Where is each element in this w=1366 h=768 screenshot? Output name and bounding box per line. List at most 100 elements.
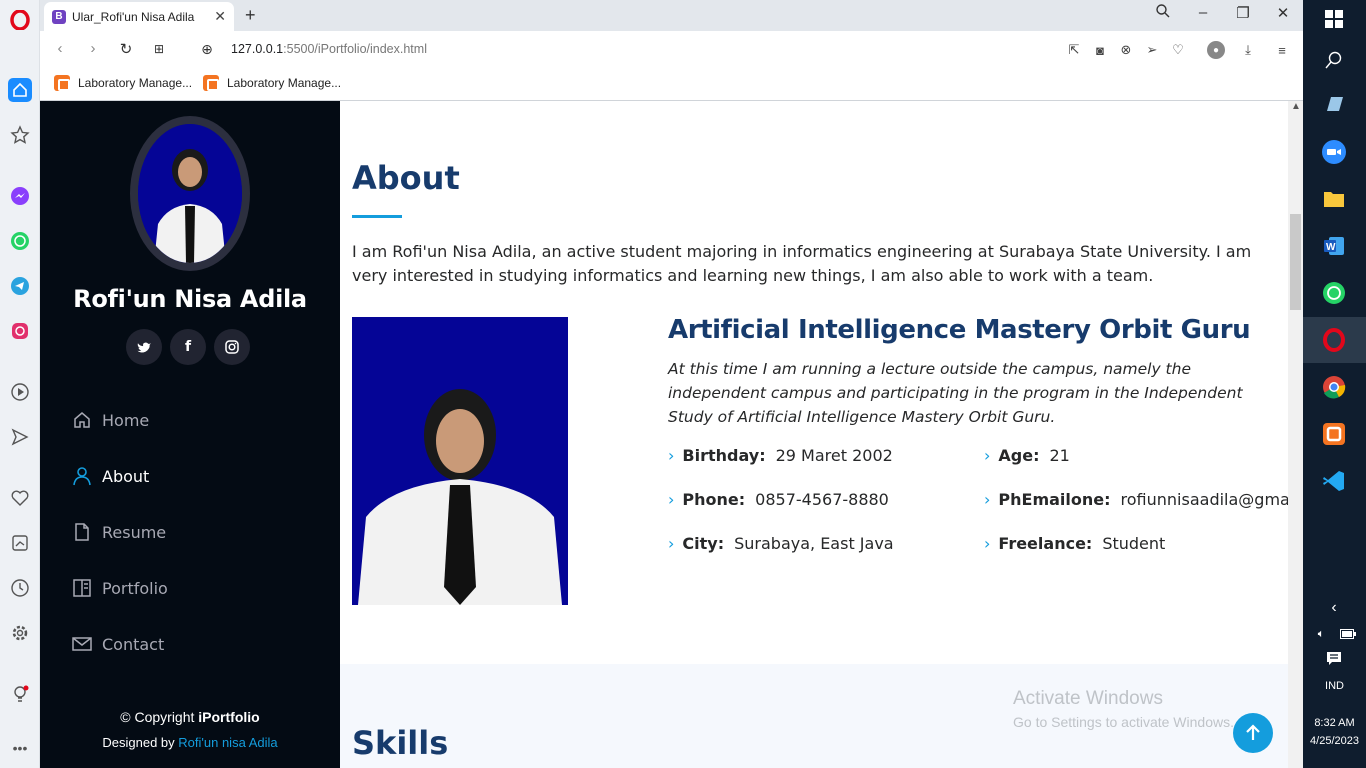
battery-icon[interactable] <box>1336 620 1360 648</box>
send-page-icon[interactable]: ➢ <box>1143 41 1161 59</box>
camera-icon[interactable]: ◙ <box>1091 41 1109 59</box>
close-window-icon[interactable]: ✕ <box>1271 4 1295 22</box>
profile-avatar-icon[interactable]: ● <box>1207 41 1225 59</box>
scrollbar-thumb[interactable] <box>1290 214 1301 310</box>
bookmarks-bar: Laboratory Manage... Laboratory Manage..… <box>40 69 1303 101</box>
minimize-icon[interactable]: – <box>1191 4 1215 21</box>
file-icon <box>70 520 94 544</box>
site-info-icon[interactable]: ⊕ <box>197 41 217 58</box>
search-icon[interactable] <box>1320 46 1348 74</box>
info-freelance: › Freelance: Student <box>984 534 1166 553</box>
opera-app-icon[interactable] <box>1320 326 1348 354</box>
nav-contact[interactable]: Contact <box>70 632 164 656</box>
chevron-right-icon: › <box>668 446 675 465</box>
title-underline <box>352 215 402 218</box>
star-icon[interactable] <box>8 123 32 147</box>
credits: Designed by Rofi'un nisa Adila <box>102 735 278 750</box>
xampp-icon <box>203 75 219 91</box>
instagram-icon[interactable] <box>214 329 250 365</box>
vscode-app-icon[interactable] <box>1320 467 1348 495</box>
person-icon <box>70 464 94 488</box>
telegram-icon[interactable] <box>8 274 32 298</box>
settings-icon[interactable] <box>8 621 32 645</box>
url-field[interactable]: 127.0.0.1:5500/iPortfolio/index.html <box>231 42 427 56</box>
opera-logo-icon[interactable] <box>8 8 32 32</box>
bookmark-heart-icon[interactable]: ♡ <box>1169 41 1187 59</box>
back-icon[interactable]: ‹ <box>50 40 70 57</box>
chevron-right-icon: › <box>984 534 991 553</box>
lightbulb-icon[interactable] <box>8 682 32 706</box>
close-tab-icon[interactable]: ✕ <box>214 8 226 25</box>
instagram-app-icon[interactable] <box>8 319 32 343</box>
scroll-up-icon[interactable]: ▲ <box>1291 101 1301 112</box>
facebook-icon[interactable]: f <box>170 329 206 365</box>
language-indicator[interactable]: IND <box>1303 680 1366 692</box>
snapshot-icon[interactable] <box>8 531 32 555</box>
xampp-app-icon[interactable] <box>1320 420 1348 448</box>
clock-date[interactable]: 4/25/2023 <box>1303 735 1366 747</box>
home-icon[interactable] <box>8 78 32 102</box>
file-explorer-icon[interactable] <box>1320 185 1348 213</box>
profile-photo <box>130 116 250 271</box>
messenger-icon[interactable] <box>8 184 32 208</box>
notification-icon[interactable] <box>1320 645 1348 673</box>
share-icon[interactable]: ⇱ <box>1065 41 1083 59</box>
nav-portfolio[interactable]: Portfolio <box>70 576 168 600</box>
bookmark-item[interactable]: Laboratory Manage... <box>203 75 341 91</box>
twitter-icon[interactable] <box>126 329 162 365</box>
easy-setup-icon[interactable]: ≡ <box>1273 41 1291 59</box>
player-icon[interactable] <box>8 380 32 404</box>
address-bar: ‹ › ↻ ⊞ ⊕ 127.0.0.1:5500/iPortfolio/inde… <box>40 31 1303 69</box>
info-birthday: › Birthday: 29 Maret 2002 <box>668 446 893 465</box>
info-phone: › Phone: 0857-4567-8880 <box>668 490 889 509</box>
info-age: › Age: 21 <box>984 446 1070 465</box>
opera-sidebar: ••• <box>0 0 40 768</box>
windows-start-icon[interactable] <box>1320 5 1348 33</box>
web-page: Rofi'un Nisa Adila f Home About Resume P… <box>40 101 1303 768</box>
home-icon <box>70 408 94 432</box>
skills-title: Skills <box>352 724 449 762</box>
copyright: © Copyright iPortfolio <box>120 709 260 725</box>
profile-name: Rofi'un Nisa Adila <box>73 285 307 313</box>
browser-tab[interactable]: B Ular_Rofi'un Nisa Adila ✕ <box>44 2 234 31</box>
whatsapp-icon[interactable] <box>8 229 32 253</box>
notepad-app-icon[interactable] <box>1320 90 1348 118</box>
book-icon <box>70 576 94 600</box>
clock-time[interactable]: 8:32 AM <box>1303 717 1366 729</box>
zoom-app-icon[interactable] <box>1320 138 1348 166</box>
chevron-right-icon: › <box>984 490 991 509</box>
history-icon[interactable] <box>8 576 32 600</box>
job-description: At this time I am running a lecture outs… <box>668 360 1243 426</box>
bookmark-item[interactable]: Laboratory Manage... <box>54 75 192 91</box>
chrome-app-icon[interactable] <box>1320 373 1348 401</box>
back-to-top-button[interactable] <box>1233 713 1273 753</box>
nav-home[interactable]: Home <box>70 408 149 432</box>
adblock-icon[interactable]: ⊗ <box>1117 41 1135 59</box>
new-tab-icon[interactable]: + <box>245 5 256 26</box>
heart-icon[interactable] <box>8 486 32 510</box>
send-icon[interactable] <box>8 425 32 449</box>
word-app-icon[interactable]: W <box>1320 232 1348 260</box>
page-scrollbar[interactable]: ▲ <box>1288 101 1303 768</box>
forward-icon[interactable]: › <box>83 40 103 57</box>
reload-icon[interactable]: ↻ <box>116 40 136 58</box>
info-city: › City: Surabaya, East Java <box>668 534 894 553</box>
more-icon[interactable]: ••• <box>8 736 32 760</box>
search-tabs-icon[interactable] <box>1151 4 1175 22</box>
svg-text:W: W <box>1326 242 1336 253</box>
downloads-icon[interactable]: ⤓ <box>1239 41 1257 59</box>
nav-resume[interactable]: Resume <box>70 520 166 544</box>
restore-icon[interactable]: ❐ <box>1231 4 1255 22</box>
credits-link[interactable]: Rofi'un nisa Adila <box>178 735 277 750</box>
whatsapp-app-icon[interactable] <box>1320 279 1348 307</box>
tab-bar: B Ular_Rofi'un Nisa Adila ✕ + – ❐ ✕ <box>40 0 1303 31</box>
chevron-right-icon: › <box>984 446 991 465</box>
job-title: Artificial Intelligence Mastery Orbit Gu… <box>668 315 1251 345</box>
main-content: About I am Rofi'un Nisa Adila, an active… <box>340 101 1288 768</box>
speaker-icon[interactable]: 🔈︎ <box>1309 620 1333 648</box>
chevron-left-icon[interactable]: ‹ <box>1320 594 1348 622</box>
tab-grid-icon[interactable]: ⊞ <box>149 42 169 56</box>
about-title: About <box>352 159 460 197</box>
nav-about[interactable]: About <box>70 464 149 488</box>
tab-favicon: B <box>52 9 66 24</box>
